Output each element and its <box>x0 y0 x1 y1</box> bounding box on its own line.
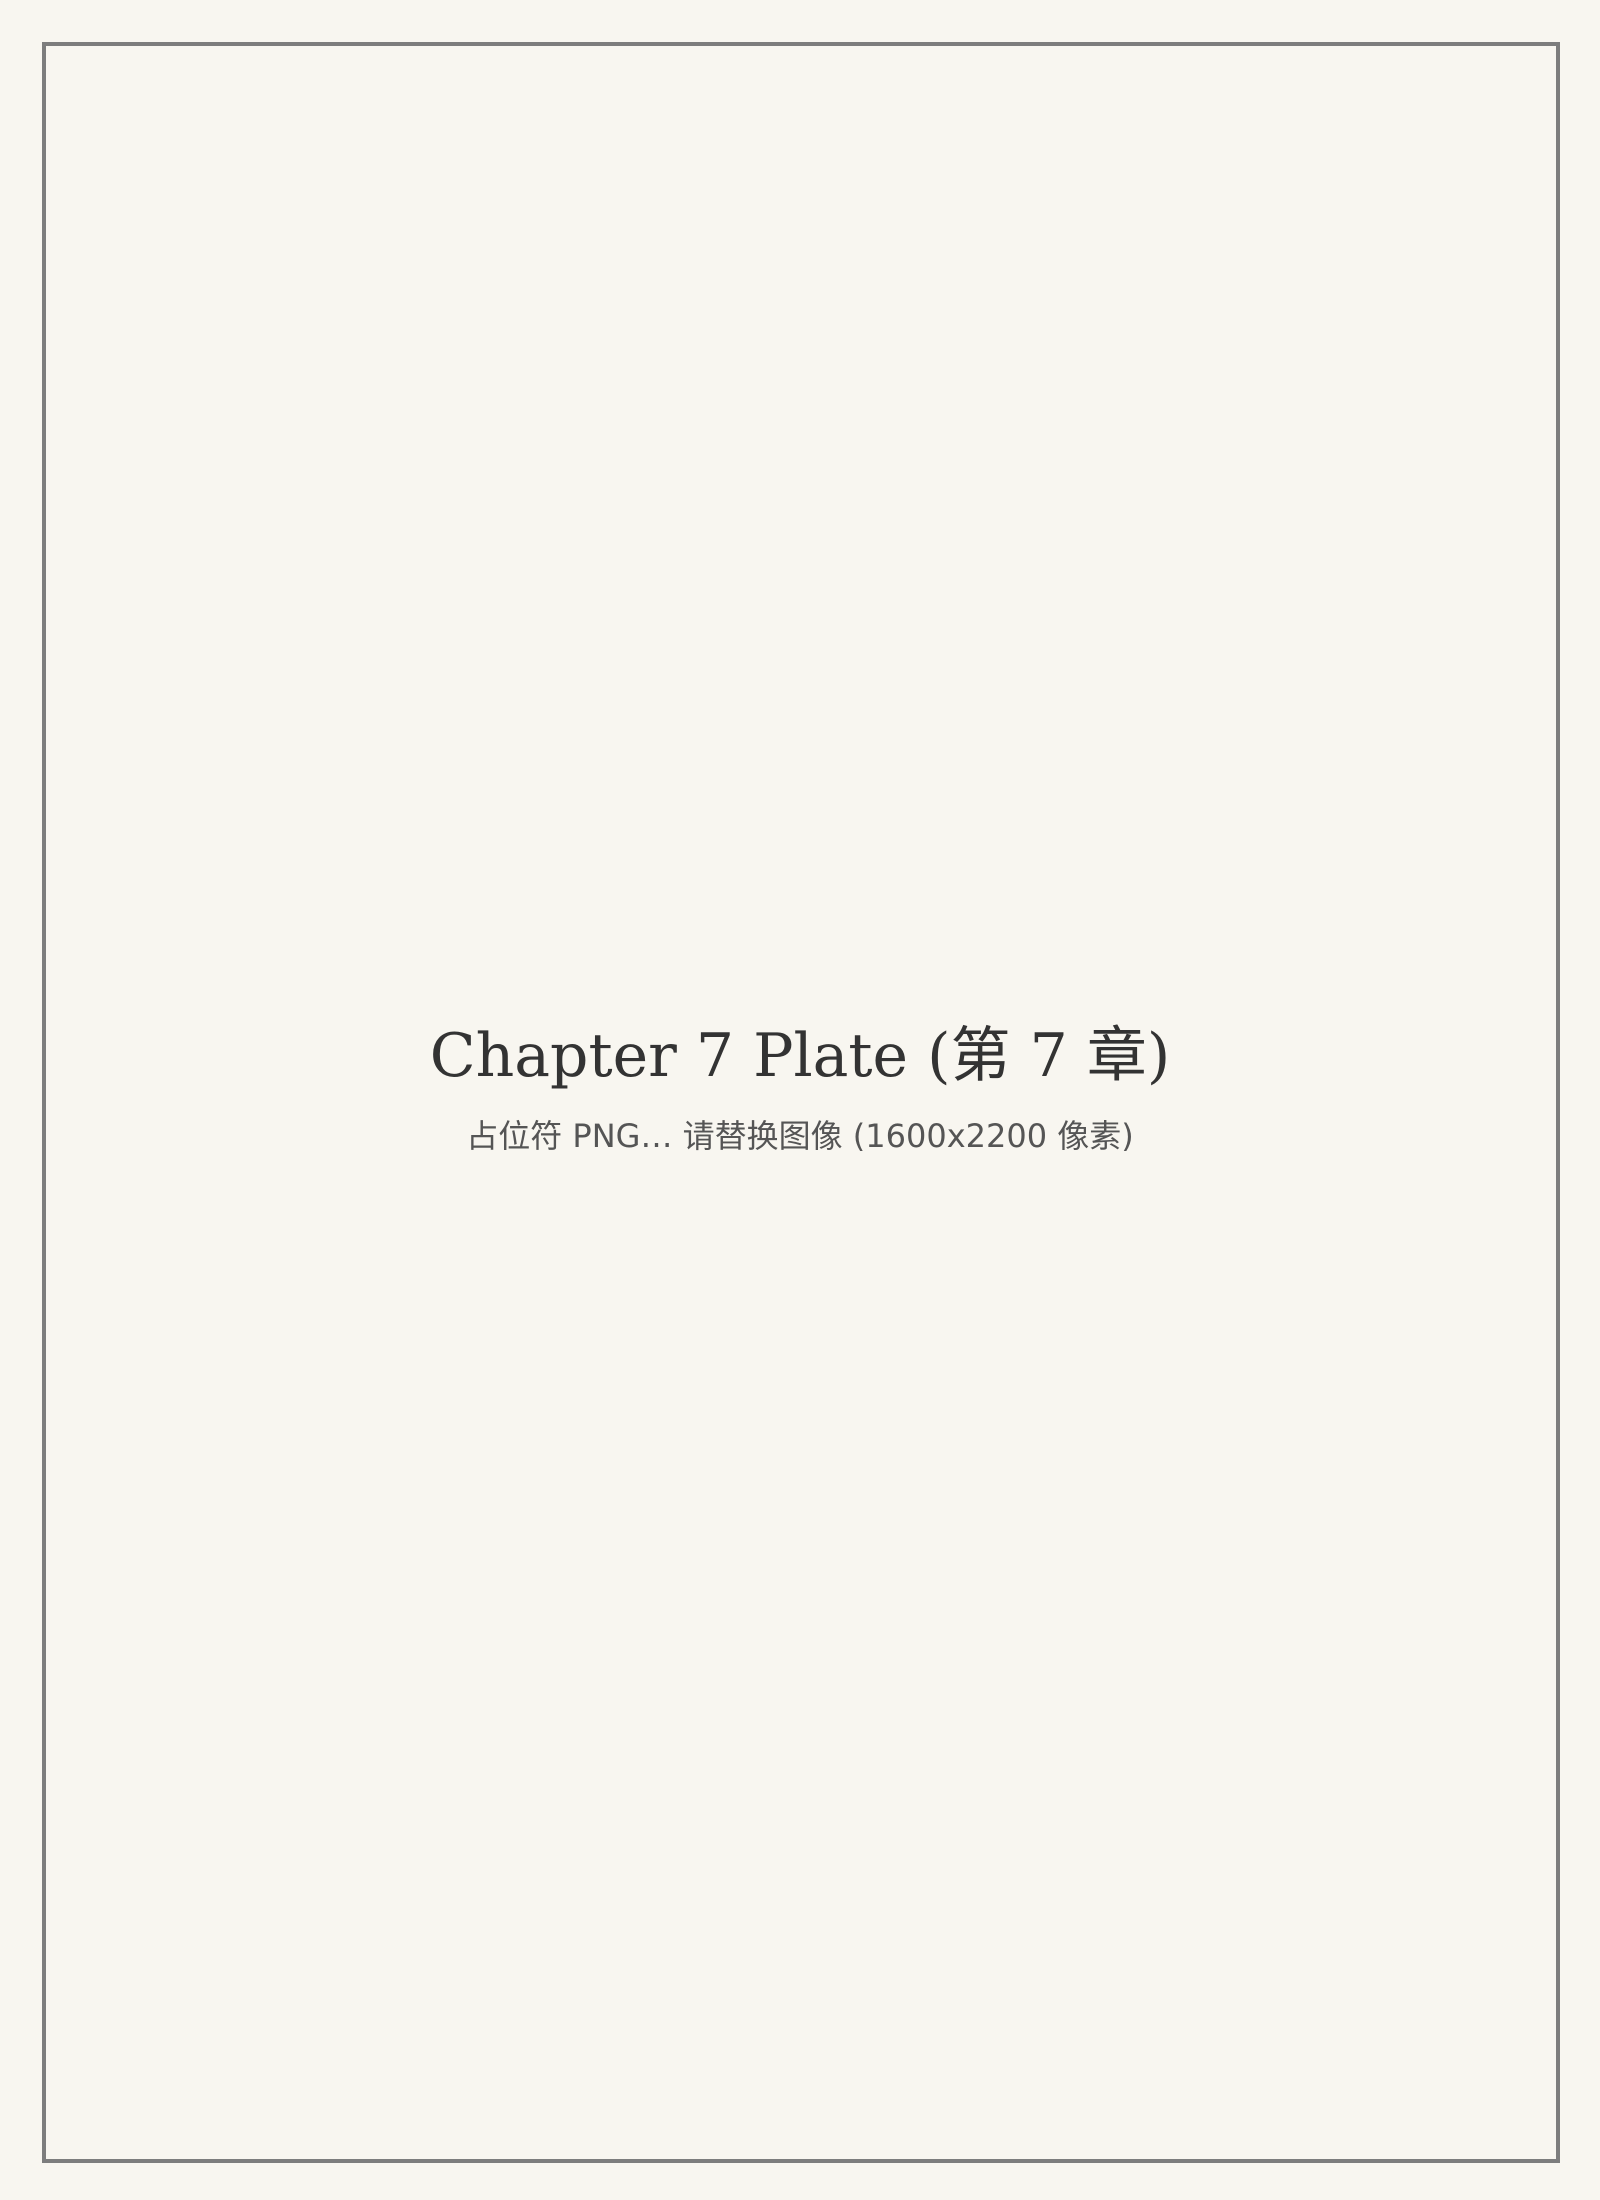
plate-title: Chapter 7 Plate (第 7 章) <box>429 1021 1171 1091</box>
plate-caption: Chapter 7 Plate (第 7 章) 占位符 PNG… 请替换图像 (… <box>0 1026 1600 1152</box>
plate-subtitle: 占位符 PNG… 请替换图像 (1600x2200 像素) <box>466 1117 1134 1155</box>
